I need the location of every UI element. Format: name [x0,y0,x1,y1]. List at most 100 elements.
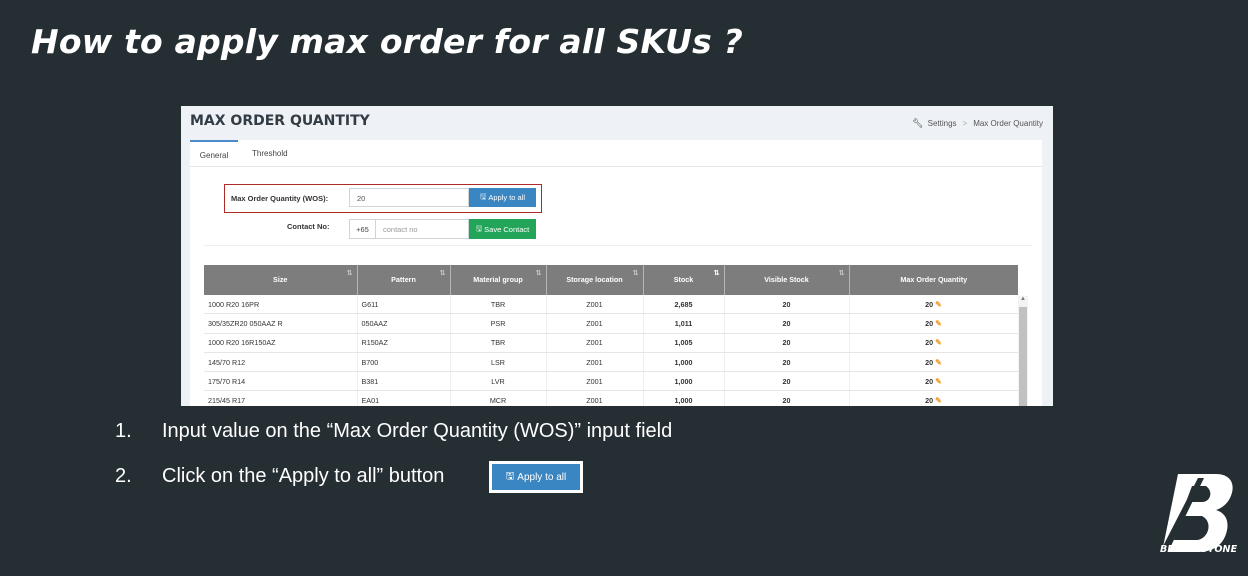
cell-material-group: LSR [450,352,547,373]
wrench-icon: 🔧︎ [912,118,924,128]
step-number: 2. [115,465,132,487]
save-contact-button[interactable]: 🖫︎ Save Contact [469,219,536,239]
page-title: MAX ORDER QUANTITY [190,113,370,129]
cell-pattern: 050AAZ [357,313,451,334]
breadcrumb-settings[interactable]: Settings [928,119,957,128]
floppy-disk-icon: 🖫︎ [475,223,483,233]
cell-material-group: PSR [450,313,547,334]
tab-general[interactable]: General [190,140,238,160]
edit-icon[interactable]: ✎ [935,396,942,405]
cell-material-group: MCR [450,390,547,406]
edit-icon[interactable]: ✎ [935,338,942,347]
cell-size: 175/70 R14 [204,371,358,392]
sort-icon[interactable]: ⇅ [714,269,720,279]
cell-pattern: B381 [357,371,451,392]
edit-icon[interactable]: ✎ [935,300,942,309]
contact-label: Contact No: [287,222,330,231]
bridgestone-wordmark: BRIDGESTONE [1160,544,1238,555]
max-order-input[interactable]: 20 [349,188,469,207]
cell-visible-stock: 20 [724,352,850,373]
table-scrollbar[interactable]: ▲ [1018,296,1028,406]
instruction-step-2: 2. Click on the “Apply to all” button [115,465,444,488]
cell-size: 1000 R20 16PR [204,295,358,315]
cell-pattern: EA01 [357,390,451,406]
cell-material-group: TBR [450,333,547,353]
cell-visible-stock: 20 [724,371,850,392]
cell-stock: 1,000 [643,352,725,373]
cell-storage-location: Z001 [546,295,644,315]
max-order-label: Max Order Quantity (WOS): [231,194,329,203]
sort-icon[interactable]: ⇅ [440,269,446,279]
sort-icon[interactable]: ⇅ [839,269,845,279]
phone-prefix: +65 [349,219,376,239]
cell-max-order-quantity[interactable]: 20 ✎ [849,333,1019,353]
floppy-disk-icon: 🖫︎ [479,192,487,201]
table-header-row: Size ⇅ Pattern ⇅ Material group ⇅ Storage l… [204,265,1018,295]
edit-icon[interactable]: ✎ [935,319,942,328]
cell-max-order-quantity[interactable]: 20 ✎ [849,371,1019,392]
cell-material-group: LVR [450,371,547,392]
step-number: 1. [115,420,132,442]
column-header-size[interactable]: Size ⇅ [204,265,358,295]
cell-max-order-quantity[interactable]: 20 ✎ [849,390,1019,406]
sort-icon[interactable]: ⇅ [347,269,353,279]
screenshot-panel: MAX ORDER QUANTITY 🔧︎ Settings > Max Ord… [181,106,1053,406]
scroll-up-arrow[interactable]: ▲ [1018,296,1028,305]
column-header-material-group[interactable]: Material group ⇅ [450,265,547,295]
cell-stock: 1,005 [643,333,725,353]
column-header-visible-stock[interactable]: Visible Stock ⇅ [724,265,850,295]
table-row: 1000 R20 16R150AZ R150AZ TBR Z001 1,005 20 20 ✎ [204,333,1019,353]
settings-card: General Threshold Max Order Quantity (WO… [190,140,1042,406]
cell-max-order-quantity[interactable]: 20 ✎ [849,352,1019,373]
cell-stock: 1,000 [643,390,725,406]
scroll-thumb[interactable] [1019,307,1027,406]
divider [204,245,1032,246]
cell-size: 215/45 R17 [204,390,358,406]
edit-icon[interactable]: ✎ [935,358,942,367]
contact-input[interactable]: contact no [375,219,469,239]
sort-icon[interactable]: ⇅ [633,269,639,279]
edit-icon[interactable]: ✎ [935,377,942,386]
table-row: 145/70 R12 B700 LSR Z001 1,000 20 20 ✎ [204,352,1019,373]
cell-max-order-quantity[interactable]: 20 ✎ [849,313,1019,334]
cell-stock: 1,011 [643,313,725,334]
save-contact-label: Save Contact [484,224,530,234]
apply-to-all-button[interactable]: 🖫︎ Apply to all [469,188,536,207]
sort-icon[interactable]: ⇅ [536,269,542,279]
page-header: MAX ORDER QUANTITY 🔧︎ Settings > Max Ord… [181,106,1053,140]
cell-max-order-quantity[interactable]: 20 ✎ [849,295,1019,315]
cell-storage-location: Z001 [546,390,644,406]
column-header-max-order-quantity: Max Order Quantity [849,265,1018,295]
column-header-pattern[interactable]: Pattern ⇅ [357,265,451,295]
table-row: 215/45 R17 EA01 MCR Z001 1,000 20 20 ✎ [204,390,1019,406]
cell-storage-location: Z001 [546,352,644,373]
cell-size: 305/35ZR20 050AAZ R [204,313,358,334]
apply-to-all-example-button: 🖫︎ Apply to all [492,464,580,490]
table-row: 305/35ZR20 050AAZ R 050AAZ PSR Z001 1,011 20 2… [204,313,1019,334]
breadcrumb: 🔧︎ Settings > Max Order Quantity [912,118,1043,129]
table-row: 175/70 R14 B381 LVR Z001 1,000 20 20 ✎ [204,371,1019,392]
cell-visible-stock: 20 [724,313,850,334]
apply-to-all-label: Apply to all [488,193,526,202]
cell-pattern: G611 [357,295,451,315]
cell-storage-location: Z001 [546,313,644,334]
cell-pattern: R150AZ [357,333,451,353]
breadcrumb-current: Max Order Quantity [973,119,1043,128]
cell-size: 145/70 R12 [204,352,358,373]
tab-threshold[interactable]: Threshold [252,149,288,158]
slide-title: How to apply max order for all SKUs ? [31,22,743,61]
apply-to-all-example-label: Apply to all [517,471,567,483]
cell-storage-location: Z001 [546,333,644,353]
instruction-step-1: 1. Input value on the “Max Order Quantit… [115,420,672,443]
column-header-stock[interactable]: Stock ⇅ [643,265,725,295]
cell-pattern: B700 [357,352,451,373]
sku-table: Size ⇅ Pattern ⇅ Material group ⇅ Storage l… [204,265,1019,406]
step-text: Input value on the “Max Order Quantity (… [162,420,673,442]
column-header-storage-location[interactable]: Storage location ⇅ [546,265,644,295]
cell-storage-location: Z001 [546,371,644,392]
breadcrumb-separator: > [962,119,968,128]
cell-material-group: TBR [450,295,547,315]
table-row: 1000 R20 16PR G611 TBR Z001 2,685 20 20 ✎ [204,295,1019,315]
cell-visible-stock: 20 [724,390,850,406]
apply-to-all-example: 🖫︎ Apply to all [489,461,583,493]
